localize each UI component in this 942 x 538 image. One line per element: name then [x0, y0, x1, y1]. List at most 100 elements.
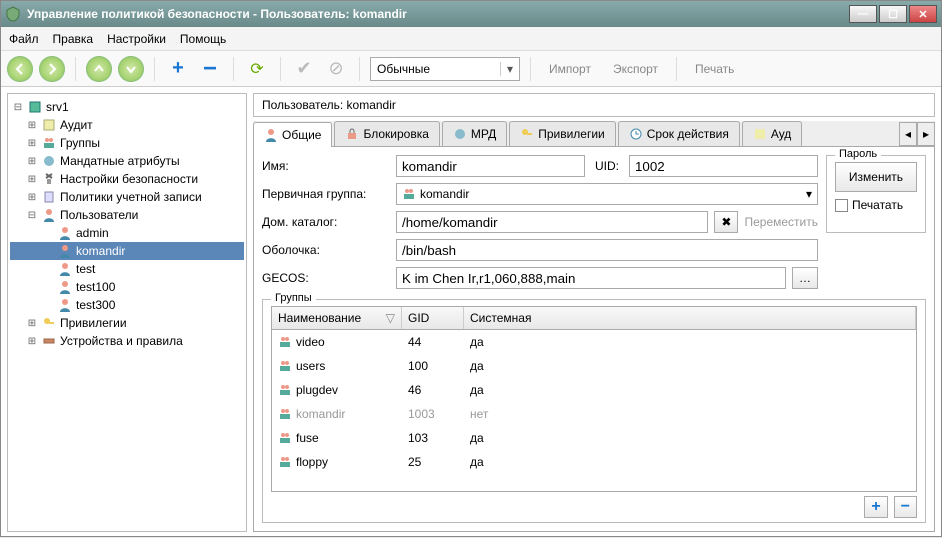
tree-user-item[interactable]: komandir [10, 242, 244, 260]
gecos-more-button[interactable]: … [792, 267, 818, 289]
tree-item[interactable]: ⊞Аудит [10, 116, 244, 134]
move-button[interactable]: Переместить [744, 215, 818, 229]
tab-general[interactable]: Общие [253, 122, 332, 147]
tree-item[interactable]: ⊟Пользователи [10, 206, 244, 224]
expand-icon[interactable]: ⊞ [26, 120, 38, 131]
group-icon [278, 455, 292, 469]
col-system[interactable]: Системная [464, 307, 916, 329]
primary-group-combo[interactable]: komandir ▾ [396, 183, 818, 205]
remove-button[interactable]: − [197, 56, 223, 82]
tree-item-label: test100 [76, 280, 115, 294]
export-button[interactable]: Экспорт [605, 62, 666, 76]
expand-icon[interactable]: ⊟ [12, 102, 24, 113]
tree-user-item[interactable]: test100 [10, 278, 244, 296]
chevron-down-icon: ▾ [500, 62, 513, 76]
table-row[interactable]: plugdev46да [272, 378, 916, 402]
table-row[interactable]: users100да [272, 354, 916, 378]
chevron-down-icon: ▾ [806, 187, 812, 201]
filter-combo[interactable]: Обычные ▾ [370, 57, 520, 81]
tree-root[interactable]: ⊟ srv1 [10, 98, 244, 116]
print-checkbox[interactable] [835, 199, 848, 212]
tree-item[interactable]: ⊞ Настройки безопасности [10, 170, 244, 188]
tree-item[interactable]: ⊞Группы [10, 134, 244, 152]
expand-icon[interactable]: ⊞ [26, 318, 38, 329]
tree-user-item[interactable]: admin [10, 224, 244, 242]
tree-item[interactable]: ⊞ Привилегии [10, 314, 244, 332]
group-system: нет [464, 403, 916, 425]
filter-combo-value: Обычные [377, 62, 430, 76]
user-icon [57, 297, 73, 313]
nav-up-button[interactable] [86, 56, 112, 82]
expand-icon[interactable]: ⊞ [26, 336, 38, 347]
col-gid[interactable]: GID [402, 307, 464, 329]
tree-item-label: Устройства и правила [60, 334, 183, 348]
nav-back-button[interactable] [7, 56, 33, 82]
tree-item-label: Настройки безопасности [60, 172, 198, 186]
minimize-button[interactable]: — [849, 5, 877, 23]
group-icon [402, 187, 416, 201]
table-row[interactable]: floppy25да [272, 450, 916, 474]
home-clear-button[interactable]: ✖ [714, 211, 738, 233]
tree-icon [41, 171, 57, 187]
tree-icon [41, 207, 57, 223]
group-name: fuse [296, 431, 319, 445]
group-add-button[interactable]: + [864, 496, 887, 518]
maximize-button[interactable]: ☐ [879, 5, 907, 23]
expand-icon[interactable]: ⊞ [26, 156, 38, 167]
apply-button[interactable]: ✔ [291, 56, 317, 82]
groups-legend: Группы [271, 292, 316, 304]
gecos-input[interactable] [396, 267, 786, 289]
tab-expiry[interactable]: Срок действия [618, 121, 740, 146]
expand-icon[interactable]: ⊟ [26, 210, 38, 221]
group-remove-button[interactable]: − [894, 496, 917, 518]
group-icon [278, 383, 292, 397]
tab-scroll-right[interactable]: ▸ [917, 122, 935, 146]
tree-user-item[interactable]: test [10, 260, 244, 278]
menubar: Файл Правка Настройки Помощь [1, 27, 941, 51]
col-name[interactable]: Наименование▽ [272, 307, 402, 329]
shell-label: Оболочка: [262, 243, 390, 257]
home-input[interactable] [396, 211, 708, 233]
nav-forward-button[interactable] [39, 56, 65, 82]
add-button[interactable]: + [165, 56, 191, 82]
tree-item-label: Привилегии [60, 316, 127, 330]
tab-audit[interactable]: Ауд [742, 121, 802, 146]
name-input[interactable] [396, 155, 585, 177]
change-password-button[interactable]: Изменить [835, 162, 917, 192]
tab-lock[interactable]: Блокировка [334, 121, 439, 146]
tab-scroll-left[interactable]: ◂ [899, 122, 917, 146]
expand-icon[interactable]: ⊞ [26, 138, 38, 149]
user-icon [57, 261, 73, 277]
shell-input[interactable] [396, 239, 818, 261]
import-button[interactable]: Импорт [541, 62, 599, 76]
menu-help[interactable]: Помощь [180, 32, 226, 46]
user-icon [264, 128, 278, 142]
expand-icon[interactable]: ⊞ [26, 174, 38, 185]
app-icon [5, 6, 21, 22]
nav-down-button[interactable] [118, 56, 144, 82]
menu-edit[interactable]: Правка [53, 32, 94, 46]
clock-icon [629, 127, 643, 141]
tree-item[interactable]: ⊞ Устройства и правила [10, 332, 244, 350]
menu-file[interactable]: Файл [9, 32, 39, 46]
refresh-button[interactable]: ⟳ [244, 56, 270, 82]
tab-mrd[interactable]: МРД [442, 121, 507, 146]
expand-icon[interactable]: ⊞ [26, 192, 38, 203]
print-check-label: Печатать [852, 198, 903, 212]
tab-privileges[interactable]: Привилегии [509, 121, 616, 146]
menu-settings[interactable]: Настройки [107, 32, 166, 46]
tree-item[interactable]: ⊞Политики учетной записи [10, 188, 244, 206]
table-row[interactable]: fuse103да [272, 426, 916, 450]
close-button[interactable]: ✕ [909, 5, 937, 23]
tree-user-item[interactable]: test300 [10, 296, 244, 314]
table-row[interactable]: video44да [272, 330, 916, 354]
list-icon [753, 127, 767, 141]
table-row[interactable]: komandir1003нет [272, 402, 916, 426]
uid-input[interactable] [629, 155, 818, 177]
tree-item[interactable]: ⊞Мандатные атрибуты [10, 152, 244, 170]
group-gid: 100 [402, 355, 464, 377]
group-name: komandir [296, 407, 345, 421]
group-name: video [296, 335, 325, 349]
cancel-button[interactable]: ⊘ [323, 56, 349, 82]
print-button[interactable]: Печать [687, 62, 742, 76]
